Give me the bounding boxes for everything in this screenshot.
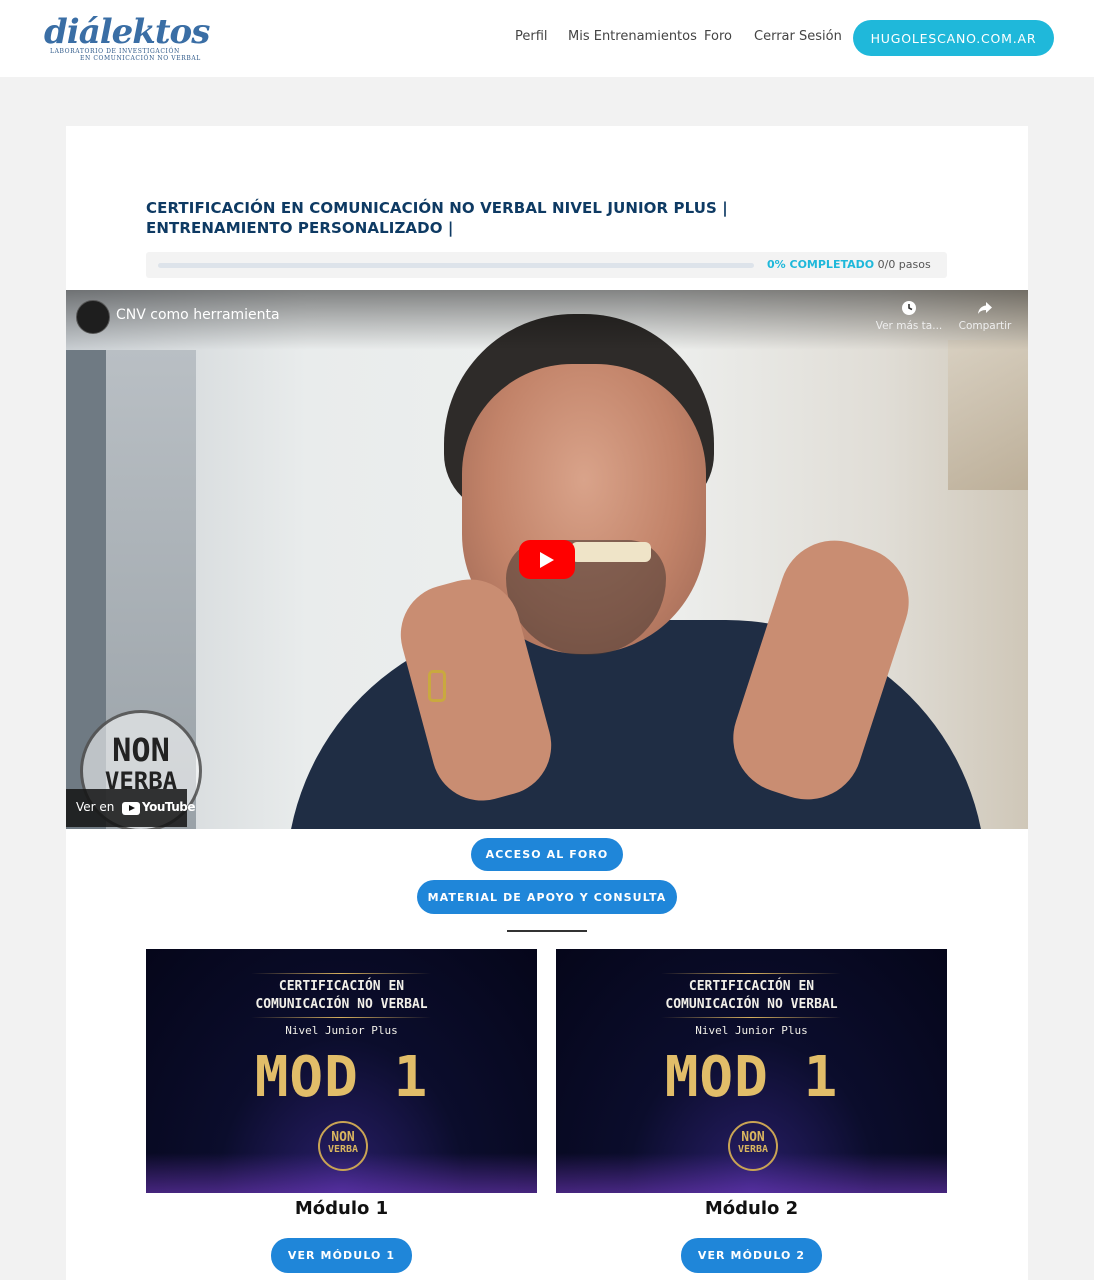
thumbnail-level: Nivel Junior Plus	[695, 1024, 808, 1037]
thumbnail-line-2: COMUNICACIÓN NO VERBAL	[665, 997, 838, 1012]
logo-tagline-1: LABORATORIO DE INVESTIGACIÓN	[50, 48, 180, 55]
share-icon	[978, 302, 992, 314]
nav-perfil[interactable]: Perfil	[515, 29, 548, 44]
thumbnail-badge-line-1: NON	[331, 1130, 355, 1145]
thumbnail-rule-bottom	[661, 1017, 841, 1018]
thumbnail-rule-bottom	[251, 1017, 431, 1018]
ver-modulo-2-button[interactable]: VER MÓDULO 2	[681, 1238, 822, 1273]
module-2-title: Módulo 2	[704, 1198, 799, 1219]
youtube-icon	[122, 802, 140, 815]
watch-on-label: Ver en	[76, 800, 115, 814]
share-label: Compartir	[958, 320, 1012, 332]
ver-modulo-1-button[interactable]: VER MÓDULO 1	[271, 1238, 412, 1273]
thumbnail-badge-line-1: NON	[741, 1130, 765, 1145]
progress-label: 0% COMPLETADO 0/0 pasos	[767, 258, 931, 271]
site-header: diálektos LABORATORIO DE INVESTIGACIÓN E…	[0, 0, 1094, 77]
thumbnail-line-1: CERTIFICACIÓN EN	[278, 979, 405, 994]
thumbnail-rule-top	[251, 973, 431, 974]
course-card: CERTIFICACIÓN EN COMUNICACIÓN NO VERBAL …	[66, 126, 1028, 1280]
module-1-thumbnail[interactable]: CERTIFICACIÓN EN COMUNICACIÓN NO VERBAL …	[146, 949, 537, 1193]
watch-on-youtube-button[interactable]: Ver en YouTube	[66, 789, 196, 827]
watch-later-label: Ver más ta...	[875, 320, 943, 332]
progress-percent: 0% COMPLETADO	[767, 258, 875, 271]
watermark-line-1: NON	[112, 731, 170, 769]
module-1-title: Módulo 1	[294, 1198, 389, 1219]
share-button[interactable]: Compartir	[950, 300, 1020, 332]
youtube-video-player[interactable]: CNV como herramienta Ver más ta... Compa…	[66, 290, 1028, 829]
logo-tagline-2: EN COMUNICACIÓN NO VERBAL	[80, 55, 201, 62]
nav-foro[interactable]: Foro	[704, 29, 732, 44]
module-card-2: CERTIFICACIÓN EN COMUNICACIÓN NO VERBAL …	[556, 949, 947, 1273]
thumbnail-level: Nivel Junior Plus	[285, 1024, 398, 1037]
video-title[interactable]: CNV como herramienta	[116, 307, 280, 323]
acceso-foro-button[interactable]: ACCESO AL FORO	[471, 838, 623, 871]
hugolescano-button[interactable]: HUGOLESCANO.COM.AR	[853, 20, 1054, 56]
progress-bar: 0% COMPLETADO 0/0 pasos	[146, 252, 947, 278]
clock-icon	[902, 301, 916, 315]
play-icon	[540, 552, 554, 568]
material-apoyo-button[interactable]: MATERIAL DE APOYO Y CONSULTA	[417, 880, 677, 914]
channel-avatar[interactable]	[76, 300, 110, 334]
module-card-1: CERTIFICACIÓN EN COMUNICACIÓN NO VERBAL …	[146, 949, 537, 1273]
thumbnail-line-2: COMUNICACIÓN NO VERBAL	[255, 997, 428, 1012]
thumbnail-mod-label: MOD 1	[254, 1045, 429, 1110]
thumbnail-line-1: CERTIFICACIÓN EN	[688, 979, 815, 994]
progress-track	[158, 263, 754, 268]
section-divider	[507, 930, 587, 932]
video-frame-ring	[428, 670, 446, 702]
thumbnail-rule-top	[661, 973, 841, 974]
thumbnail-mod-label: MOD 1	[664, 1045, 839, 1110]
course-title: CERTIFICACIÓN EN COMUNICACIÓN NO VERBAL …	[146, 199, 728, 238]
video-frame-picture	[948, 340, 1028, 490]
thumbnail-badge-line-2: VERBA	[327, 1144, 359, 1155]
module-2-thumbnail[interactable]: CERTIFICACIÓN EN COMUNICACIÓN NO VERBAL …	[556, 949, 947, 1193]
youtube-brand: YouTube	[142, 800, 196, 814]
nav-mis-entrenamientos[interactable]: Mis Entrenamientos	[568, 29, 697, 44]
play-button[interactable]	[519, 540, 575, 579]
thumbnail-nonverba-logo: NON VERBA	[318, 1121, 368, 1171]
watch-later-button[interactable]: Ver más ta...	[874, 300, 944, 332]
thumbnail-badge-line-2: VERBA	[737, 1144, 769, 1155]
thumbnail-nonverba-logo: NON VERBA	[728, 1121, 778, 1171]
progress-steps: 0/0 pasos	[877, 258, 931, 271]
video-frame-person-teeth	[571, 542, 651, 562]
nav-cerrar-sesion[interactable]: Cerrar Sesión	[754, 29, 842, 44]
